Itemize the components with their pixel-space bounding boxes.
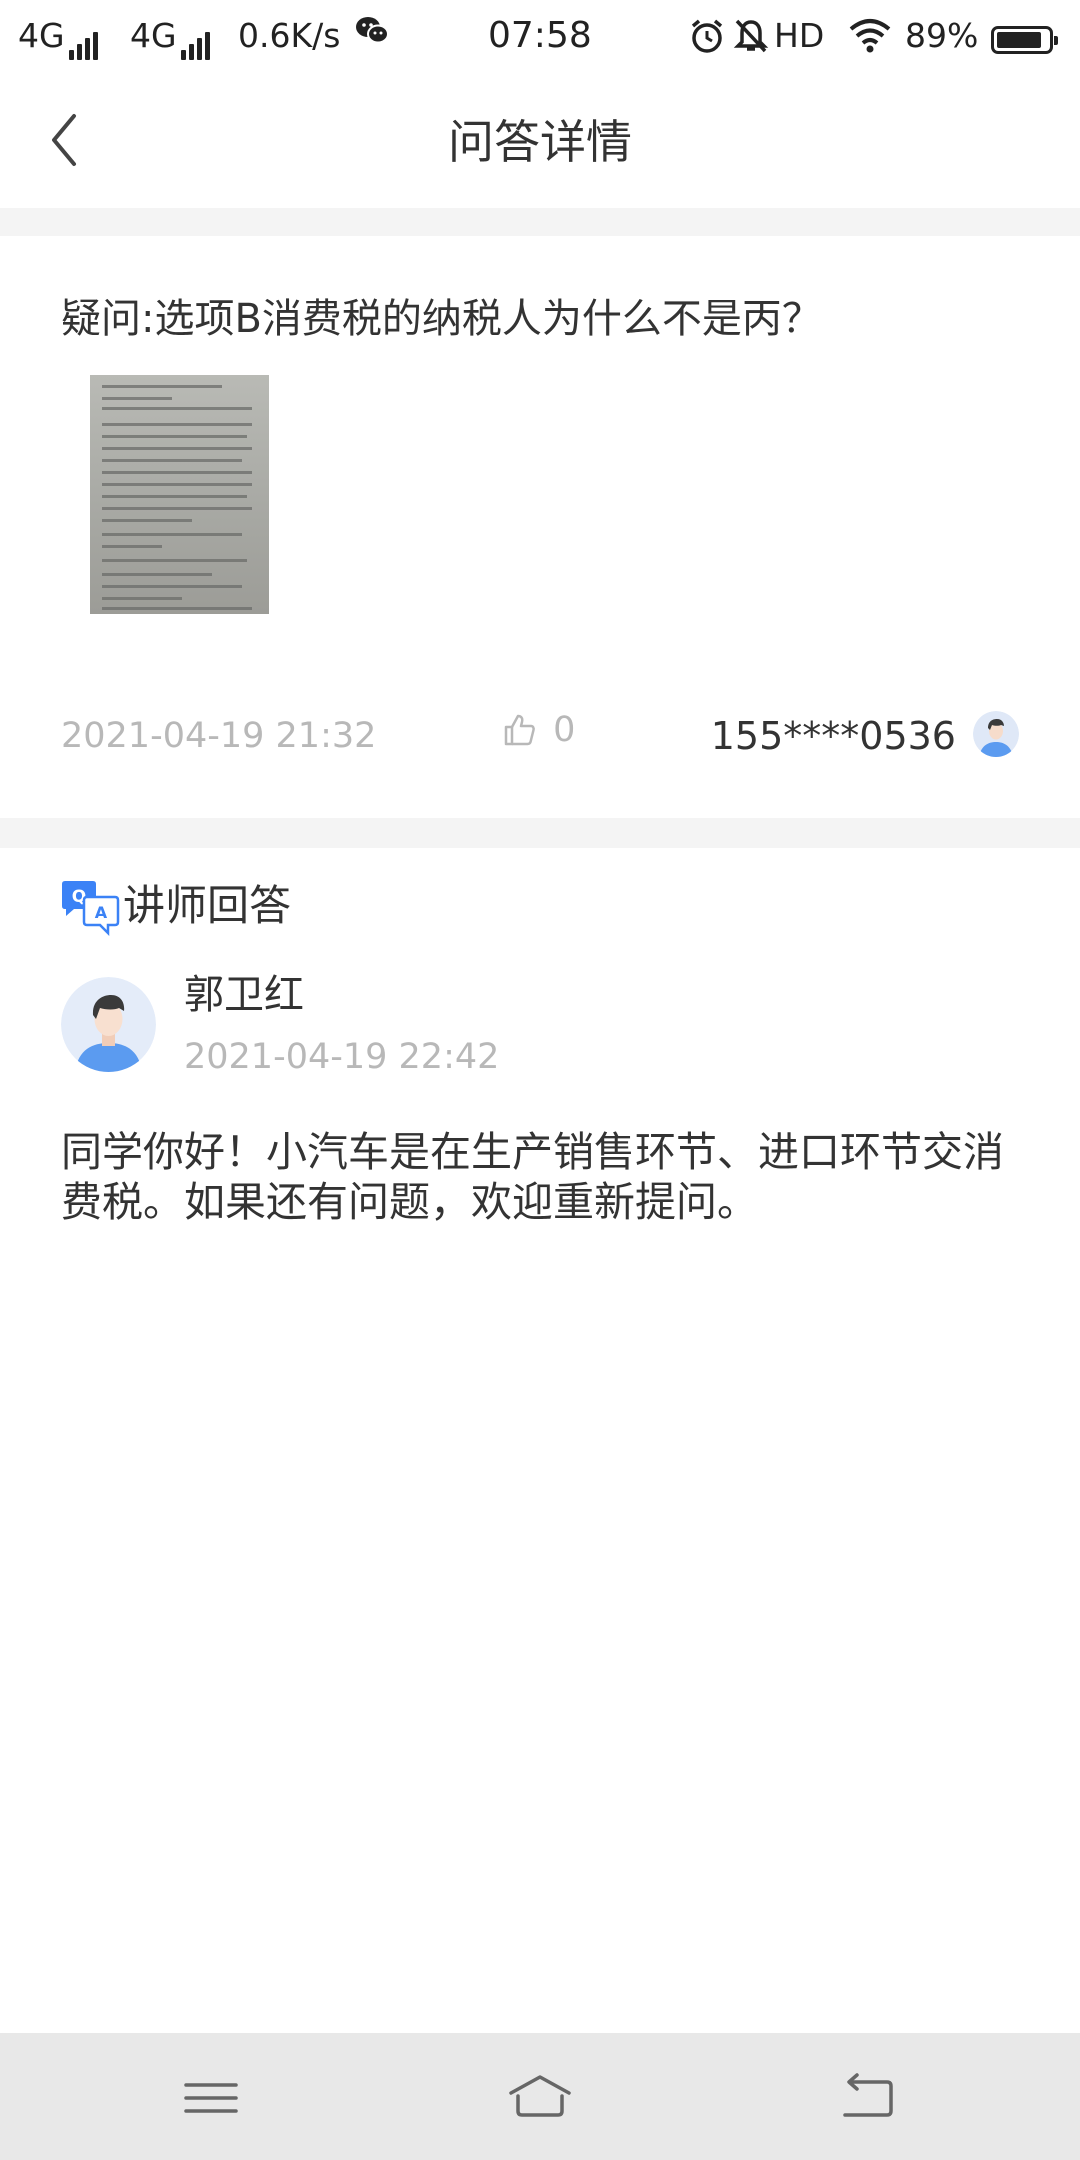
home-button[interactable] <box>505 2063 575 2133</box>
back-icon <box>843 2073 893 2117</box>
network-speed: 0.6K/s <box>238 16 341 55</box>
asker-id: 155****0536 <box>710 714 956 758</box>
mute-icon <box>733 17 769 64</box>
question-image-thumbnail[interactable] <box>90 375 269 614</box>
answer-date: 2021-04-19 22:42 <box>184 1037 500 1077</box>
hd-label: HD <box>774 16 825 55</box>
hd-indicator: HD <box>774 16 824 56</box>
home-icon <box>509 2075 571 2117</box>
wechat-icon <box>354 14 390 55</box>
network-type-2: 4G <box>130 16 177 55</box>
answer-text: 同学你好！小汽车是在生产销售环节、进口环节交消费税。如果还有问题，欢迎重新提问。 <box>61 1128 1004 1226</box>
question-text: 疑问:选项B消费税的纳税人为什么不是丙？ <box>61 296 822 342</box>
network-type-1: 4G <box>18 16 65 55</box>
question-date: 2021-04-19 21:32 <box>61 716 377 756</box>
battery-percent: 89% <box>905 16 979 55</box>
teacher-name: 郭卫红 <box>184 972 304 1018</box>
network-indicator-1: 4G <box>18 16 101 60</box>
section-divider <box>0 208 1080 236</box>
teacher-avatar-icon <box>61 977 156 1072</box>
page-title: 问答详情 <box>448 115 632 169</box>
battery-icon <box>991 18 1058 58</box>
system-navigation-bar <box>0 2033 1080 2160</box>
teacher-avatar <box>61 977 156 1072</box>
alarm-icon <box>688 17 726 64</box>
menu-icon <box>184 2083 238 2113</box>
thumbs-up-icon <box>504 714 535 746</box>
signal-icon <box>180 20 213 60</box>
signal-icon <box>68 20 101 60</box>
qa-icon: Q A <box>60 880 120 938</box>
like-button[interactable]: 0 <box>502 710 575 760</box>
answer-section-title: 讲师回答 <box>123 881 292 930</box>
wifi-icon <box>848 17 892 62</box>
asker-avatar <box>973 711 1019 757</box>
network-indicator-2: 4G <box>130 16 213 60</box>
section-divider <box>0 818 1080 848</box>
status-bar: 4G 4G 0.6K/s 07:58 HD 89% <box>0 0 1080 72</box>
svg-text:A: A <box>95 903 108 922</box>
user-avatar-icon <box>973 711 1019 757</box>
header: 问答详情 <box>0 72 1080 208</box>
like-count: 0 <box>553 710 576 750</box>
back-nav-button[interactable] <box>833 2063 903 2133</box>
menu-button[interactable] <box>176 2063 246 2133</box>
clock: 07:58 <box>488 15 592 56</box>
